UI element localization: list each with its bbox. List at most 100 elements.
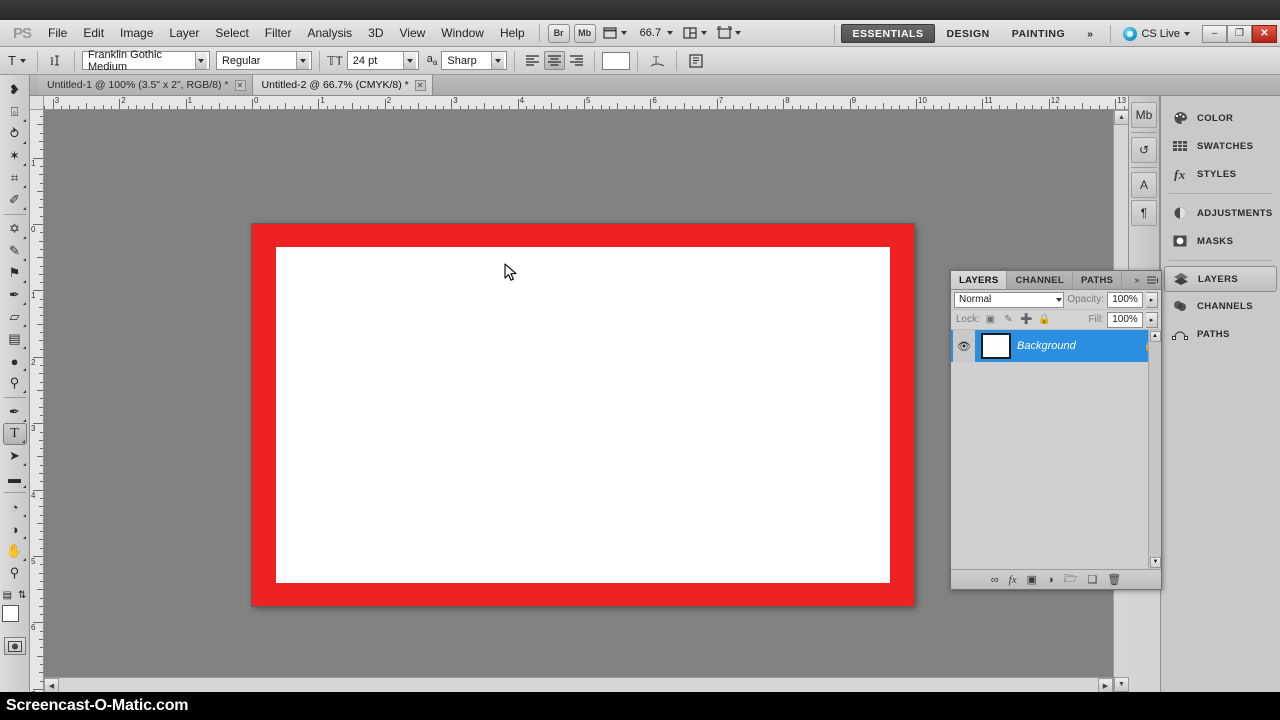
tool-move[interactable]: ❥ — [3, 79, 27, 101]
launch-bridge-button[interactable]: Br — [548, 24, 570, 43]
tool-rectangular-marquee[interactable]: ⌺ — [3, 101, 27, 123]
swap-colors-icon[interactable]: ⇅ — [18, 590, 26, 601]
workspace-tab-painting[interactable]: PAINTING — [1001, 24, 1076, 43]
layer-name[interactable]: Background — [1017, 340, 1139, 352]
font-family-select[interactable]: Franklin Gothic Medium — [82, 51, 210, 70]
document-tab-untitled-2[interactable]: Untitled-2 @ 66.7% (CMYK/8) * ✕ — [253, 75, 433, 95]
tool-eyedropper[interactable]: ✐ — [3, 189, 27, 211]
view-extras-button[interactable] — [599, 23, 631, 43]
dock-item-channels[interactable]: CHANNELS — [1161, 292, 1280, 320]
add-layer-mask-icon[interactable]: ▣ — [1027, 573, 1037, 586]
tab-layers[interactable]: LAYERS — [951, 271, 1007, 289]
screen-mode-button[interactable] — [713, 23, 745, 43]
workspace-tab-design[interactable]: DESIGN — [935, 24, 1000, 43]
link-layers-icon[interactable]: ∞ — [991, 574, 999, 586]
launch-mini-bridge-button[interactable]: Mb — [574, 24, 596, 43]
layer-visibility-eye-icon[interactable]: 👁 — [953, 330, 975, 362]
close-icon[interactable]: ✕ — [235, 80, 246, 91]
menu-window[interactable]: Window — [433, 22, 492, 44]
menu-analysis[interactable]: Analysis — [299, 22, 360, 44]
font-size-select[interactable]: 24 pt — [347, 51, 419, 70]
arrange-documents-button[interactable] — [679, 23, 711, 43]
close-button[interactable]: ✕ — [1252, 25, 1277, 43]
foreground-color-swatch[interactable] — [2, 605, 19, 622]
character-panel-icon[interactable]: A — [1131, 172, 1157, 198]
align-right-button[interactable] — [566, 51, 587, 70]
canvas-horizontal-scrollbar[interactable]: ◀ ▶ — [44, 677, 1113, 692]
tool-clone-stamp[interactable]: ⚑ — [3, 262, 27, 284]
toggle-character-paragraph-panels-button[interactable] — [684, 54, 708, 68]
align-left-button[interactable] — [522, 51, 543, 70]
tool-quick-selection[interactable]: ✶ — [3, 145, 27, 167]
tool-3d-camera-rotate[interactable]: ◑ — [3, 518, 27, 540]
tool-3d-object-rotate[interactable]: ◔ — [3, 496, 27, 518]
layers-list[interactable]: 👁 Background 🔒 ▲ ▼ — [951, 330, 1161, 569]
new-adjustment-layer-icon[interactable]: ◑ — [1047, 574, 1054, 586]
delete-layer-icon[interactable]: 🗑 — [1107, 573, 1121, 586]
layers-scroll-up-arrow[interactable]: ▲ — [1150, 331, 1161, 342]
tool-brush[interactable]: ✎ — [3, 240, 27, 262]
tool-blur[interactable]: ● — [3, 350, 27, 372]
scroll-up-arrow[interactable]: ▲ — [1114, 110, 1129, 125]
tool-gradient[interactable]: ▤ — [3, 328, 27, 350]
menu-help[interactable]: Help — [492, 22, 533, 44]
menu-view[interactable]: View — [391, 22, 433, 44]
tool-dodge[interactable]: ⚲ — [3, 372, 27, 394]
ruler-corner[interactable] — [30, 96, 44, 110]
layers-list-scrollbar[interactable]: ▲ ▼ — [1148, 330, 1161, 569]
foreground-background-colors[interactable] — [2, 605, 28, 631]
history-actions-icon[interactable]: ↺ — [1131, 137, 1157, 163]
tool-spot-healing-brush[interactable]: ✡ — [3, 218, 27, 240]
layer-style-fx-icon[interactable]: fx — [1009, 574, 1017, 586]
document-tab-untitled-1[interactable]: Untitled-1 @ 100% (3.5" x 2", RGB/8) * ✕ — [38, 75, 253, 95]
tool-history-brush[interactable]: ✒ — [3, 284, 27, 306]
canvas-document[interactable] — [252, 224, 914, 606]
scroll-left-arrow[interactable]: ◀ — [44, 678, 59, 693]
current-tool-indicator[interactable]: T — [4, 53, 30, 68]
dock-item-styles[interactable]: fx STYLES — [1161, 160, 1280, 188]
dock-item-paths[interactable]: PATHS — [1161, 320, 1280, 348]
default-colors-icon[interactable]: ▤ — [3, 590, 12, 601]
dock-item-layers[interactable]: LAYERS — [1164, 266, 1277, 292]
lock-image-pixels-icon[interactable]: ✎ — [1001, 314, 1016, 325]
fill-stepper[interactable]: ▸ — [1146, 312, 1158, 328]
tool-path-selection[interactable]: ➤ — [3, 445, 27, 467]
workspace-tab-essentials[interactable]: ESSENTIALS — [841, 24, 936, 43]
workspace-overflow-button[interactable]: » — [1076, 24, 1104, 43]
scroll-right-arrow[interactable]: ▶ — [1098, 678, 1113, 693]
new-group-icon[interactable]: 🗁 — [1064, 570, 1078, 589]
dock-item-adjustments[interactable]: ADJUSTMENTS — [1161, 199, 1280, 227]
lock-all-icon[interactable]: 🔒 — [1037, 314, 1052, 325]
opacity-stepper[interactable]: ▸ — [1146, 292, 1158, 308]
tool-eraser[interactable]: ▱ — [3, 306, 27, 328]
warp-text-button[interactable]: T — [645, 54, 669, 68]
tool-rectangle-shape[interactable]: ▬ — [3, 467, 27, 489]
cs-live-button[interactable]: CS Live — [1117, 27, 1196, 41]
mini-bridge-icon[interactable]: Mb — [1131, 102, 1157, 128]
scroll-down-arrow[interactable]: ▼ — [1114, 677, 1129, 692]
opacity-value[interactable]: 100% — [1107, 292, 1143, 308]
fill-value[interactable]: 100% — [1107, 312, 1143, 328]
panel-menu-icon[interactable] — [1145, 271, 1161, 289]
lock-position-icon[interactable]: ➕ — [1019, 314, 1034, 325]
restore-button[interactable]: ❐ — [1227, 25, 1252, 43]
close-icon[interactable]: ✕ — [415, 80, 426, 91]
blend-mode-select[interactable]: Normal — [954, 292, 1064, 308]
quick-mask-toggle[interactable] — [4, 637, 26, 655]
layer-thumbnail[interactable] — [981, 333, 1011, 359]
menu-select[interactable]: Select — [207, 22, 256, 44]
tool-crop[interactable]: ⌗ — [3, 167, 27, 189]
tool-zoom[interactable]: ⚲ — [3, 562, 27, 584]
menu-edit[interactable]: Edit — [75, 22, 112, 44]
menu-filter[interactable]: Filter — [257, 22, 300, 44]
zoom-level-selector[interactable]: 66.7 — [633, 23, 677, 43]
text-color-swatch[interactable] — [602, 52, 630, 70]
tool-horizontal-type[interactable]: T — [3, 423, 27, 445]
tool-lasso[interactable]: ⥁ — [3, 123, 27, 145]
text-orientation-button[interactable]: I — [45, 53, 67, 68]
horizontal-ruler[interactable]: 321012345678910111213 — [44, 96, 1128, 110]
tool-pen[interactable]: ✒ — [3, 401, 27, 423]
menu-image[interactable]: Image — [112, 22, 161, 44]
dock-item-masks[interactable]: MASKS — [1161, 227, 1280, 255]
antialias-select[interactable]: Sharp — [441, 51, 507, 70]
